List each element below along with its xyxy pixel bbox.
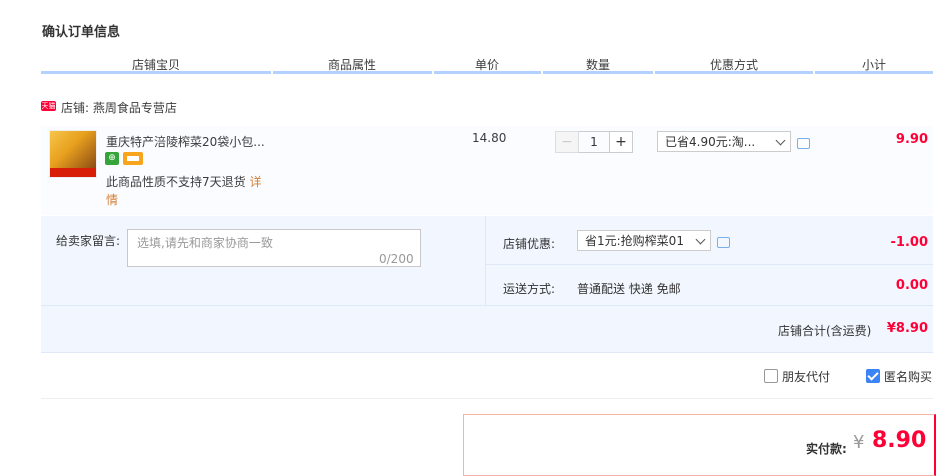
chevron-down-icon: [775, 135, 786, 146]
card-payment-icon: [123, 152, 143, 165]
shop-discount-select[interactable]: 省1元:抢购榨菜01: [577, 230, 711, 251]
details-link-cont[interactable]: 情: [106, 191, 118, 208]
divider: [485, 264, 933, 265]
quantity-stepper: − 1 +: [555, 131, 633, 153]
tmall-badge-icon: 天猫: [41, 101, 56, 111]
item-subtotal: 9.90: [895, 132, 928, 147]
shop-discount-label: 店铺优惠:: [503, 237, 556, 251]
col-underline: [655, 71, 813, 74]
chevron-down-icon: [695, 234, 706, 245]
discount-select[interactable]: 已省4.90元:淘...: [657, 131, 791, 152]
product-title[interactable]: 重庆特产涪陵榨菜20袋小包...: [106, 133, 265, 150]
discount-select-value: 已省4.90元:淘...: [665, 135, 756, 149]
decrease-button[interactable]: −: [555, 131, 579, 153]
unit-price: 14.80: [472, 131, 507, 145]
shop-name[interactable]: 店铺: 燕周食品专营店: [61, 99, 177, 116]
shop-discount-value: 省1元:抢购榨菜01: [585, 234, 684, 248]
shipping-label: 运送方式:: [503, 282, 556, 296]
product-thumbnail[interactable]: [49, 130, 97, 178]
col-underline: [273, 71, 432, 74]
details-link[interactable]: 详: [249, 175, 261, 189]
col-underline: [815, 71, 933, 74]
payment-label: 实付款:: [806, 442, 847, 456]
shipping-method: 普通配送 快递 免邮: [577, 282, 681, 296]
divider: [41, 398, 933, 399]
message-bubble-icon[interactable]: [797, 138, 810, 149]
increase-button[interactable]: +: [609, 131, 633, 153]
divider: [485, 216, 486, 305]
quantity-input[interactable]: 1: [579, 131, 609, 153]
col-underline: [543, 71, 653, 74]
no-return-text: 此商品性质不支持7天退货: [106, 175, 246, 189]
anonymous-purchase-checkbox[interactable]: [866, 369, 880, 383]
shop-total-label: 店铺合计(含运费): [778, 324, 872, 338]
friend-pay-checkbox[interactable]: [764, 369, 778, 383]
currency-symbol: ¥: [853, 432, 865, 453]
shop-total-amount: ¥8.90: [886, 321, 928, 336]
divider: [41, 352, 933, 353]
page-title: 确认订单信息: [42, 25, 121, 40]
seller-message-label: 给卖家留言:: [56, 234, 121, 248]
no-return-notice: 此商品性质不支持7天退货 详: [106, 173, 261, 190]
col-underline: [41, 71, 271, 74]
divider: [41, 305, 933, 306]
payment-amount: 8.90: [872, 428, 927, 453]
anonymous-purchase-label[interactable]: 匿名购买: [884, 368, 932, 385]
message-char-count: 0/200: [379, 252, 414, 266]
seller-message-placeholder: 选填,请先和商家协商一致: [137, 236, 273, 250]
message-bubble-icon[interactable]: [717, 237, 730, 248]
shipping-amount: 0.00: [895, 278, 928, 293]
payment-summary: [463, 414, 936, 476]
col-underline: [434, 71, 541, 74]
service-badge-icon: ⊕: [105, 152, 119, 165]
shop-discount-amount: -1.00: [890, 235, 928, 250]
friend-pay-label[interactable]: 朋友代付: [782, 368, 830, 385]
